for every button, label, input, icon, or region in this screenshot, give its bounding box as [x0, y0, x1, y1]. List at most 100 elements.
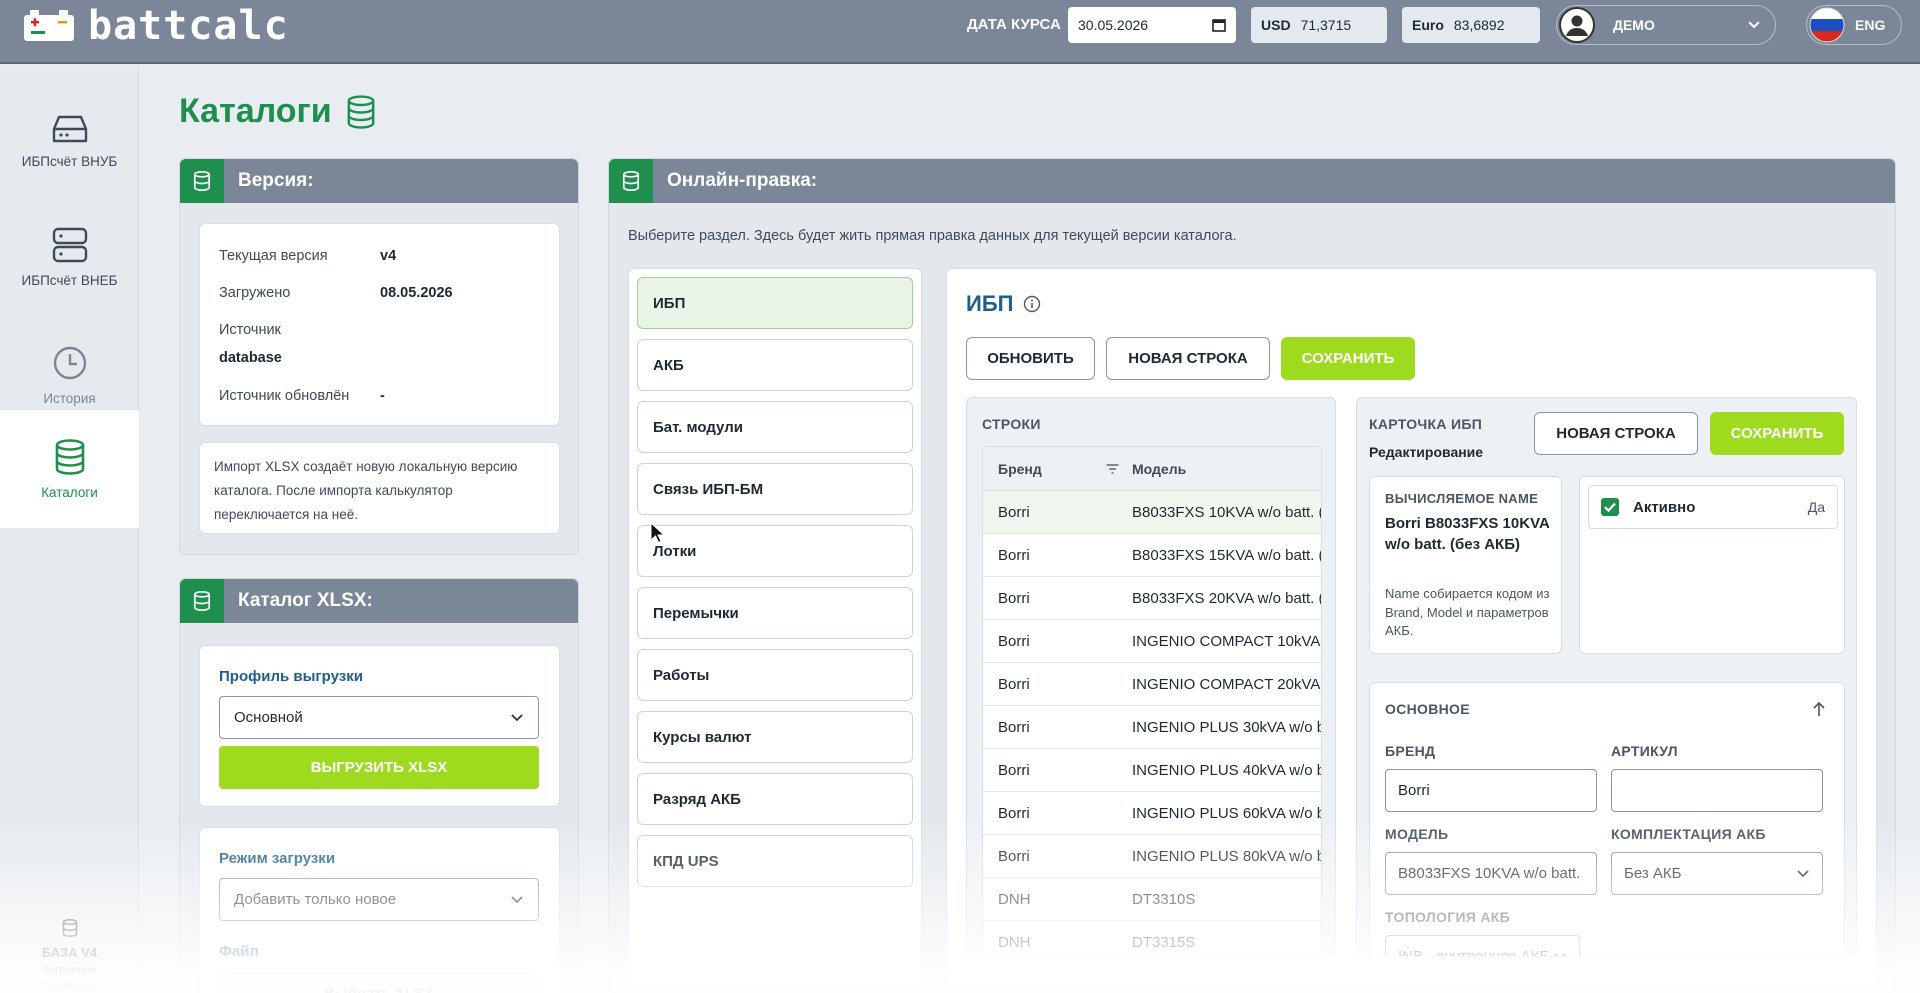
brand-input[interactable]: Borri [1385, 769, 1597, 812]
save-button[interactable]: СОХРАНИТЬ [1281, 337, 1415, 380]
cell-model: DT3315S [1132, 933, 1196, 951]
export-profile-value: Основной [234, 709, 303, 726]
import-note: Импорт XLSX создаёт новую локальную верс… [199, 442, 560, 534]
page-header: Каталоги [179, 92, 376, 131]
cell-model: INGENIO PLUS 60kVA w/o batt. [1132, 804, 1321, 822]
refresh-button[interactable]: ОБНОВИТЬ [966, 337, 1095, 380]
catalog-xlsx-panel-header: Каталог XLSX: [180, 579, 578, 623]
export-profile-select[interactable]: Основной [219, 696, 539, 739]
table-row[interactable]: DNH DT3315S [983, 921, 1321, 956]
version-panel-title: Версия: [238, 170, 314, 191]
topology-label: ТОПОЛОГИЯ АКБ [1385, 909, 1510, 925]
table-row[interactable]: Borri B8033FXS 15KVA w/o batt. (без АКБ) [983, 534, 1321, 577]
chevron-down-icon [1748, 21, 1760, 29]
card-subtitle: Редактирование [1369, 444, 1484, 460]
battery-config-value: Без АКБ [1624, 865, 1682, 882]
clock-icon [53, 346, 86, 379]
sidebar-item-label: ИБПсчёт ВНУБ [21, 153, 118, 169]
rows-table: Бренд Модель Borri B8033FXS 10KVA w/o bat… [982, 446, 1322, 956]
sidebar: ИБПсчёт ВНУБ ИБПсчёт ВНЕБ История Катало… [0, 66, 139, 993]
server-icon [52, 227, 87, 262]
topology-value: INB - внутренняя АКБ [1398, 948, 1550, 957]
chevron-down-icon [1797, 869, 1809, 877]
catalog-xlsx-panel-title: Каталог XLSX: [238, 590, 373, 611]
computed-name-box: ВЫЧИСЛЯЕМОЕ NAME Borri B8033FXS 10KVA w/… [1369, 476, 1562, 654]
online-edit-hint: Выберите раздел. Здесь будет жить прямая… [628, 228, 1237, 244]
table-row[interactable]: Borri INGENIO PLUS 40kVA w/o batt. [983, 749, 1321, 792]
card-new-row-button[interactable]: НОВАЯ СТРОКА [1534, 412, 1698, 455]
table-row[interactable]: Borri B8033FXS 10KVA w/o batt. (без АКБ) [983, 491, 1321, 534]
language-switch[interactable]: ENG [1806, 5, 1902, 45]
section-item-battery[interactable]: АКБ [637, 339, 913, 391]
online-edit-panel-header: Онлайн-правка: [609, 159, 1895, 203]
cell-brand: Borri [998, 761, 1030, 779]
cell-brand: Borri [998, 546, 1030, 564]
chevron-down-icon [1554, 952, 1566, 956]
section-item-currency-rates[interactable]: Курсы валют [637, 711, 913, 763]
cell-model: INGENIO PLUS 80kVA w/o batt. [1132, 847, 1321, 865]
cell-model: INGENIO COMPACT 20kVA [1132, 675, 1321, 693]
section-item-battery-modules[interactable]: Бат. модули [637, 401, 913, 453]
import-mode-select[interactable]: Добавить только новое [219, 878, 539, 921]
sidebar-item-catalogs[interactable]: Каталоги [0, 410, 139, 528]
table-row[interactable]: Borri INGENIO COMPACT 10kVA [983, 620, 1321, 663]
article-label: АРТИКУЛ [1611, 743, 1678, 759]
sidebar-item-ups-external[interactable]: ИБПсчёт ВНЕБ [0, 200, 139, 314]
current-version-label: Текущая версия [219, 248, 328, 264]
choose-xlsx-button[interactable]: Выбрать XLSX [219, 972, 539, 993]
section-item-works[interactable]: Работы [637, 649, 913, 701]
cell-model: INGENIO COMPACT 10kVA [1132, 632, 1321, 650]
section-item-ups-efficiency[interactable]: КПД UPS [637, 835, 913, 887]
article-input[interactable] [1611, 769, 1823, 812]
usd-label: USD [1261, 17, 1291, 33]
new-row-button[interactable]: НОВАЯ СТРОКА [1106, 337, 1270, 380]
cell-model: B8033FXS 10KVA w/o batt. (без АКБ) [1132, 503, 1321, 521]
table-row[interactable]: Borri INGENIO PLUS 60kVA w/o batt. [983, 792, 1321, 835]
table-row[interactable]: DNH DT3310S [983, 878, 1321, 921]
section-item-trays[interactable]: Лотки [637, 525, 913, 577]
cell-brand: DNH [998, 933, 1031, 951]
rate-date-input[interactable]: 30.05.2026 [1068, 7, 1236, 43]
computed-name-label: ВЫЧИСЛЯЕМОЕ NAME [1385, 491, 1539, 506]
card-save-button[interactable]: СОХРАНИТЬ [1710, 412, 1844, 455]
col-model-header: Модель [1132, 460, 1187, 477]
db-version-badge: БАЗА V4 Загружено 08.05.2026 [0, 902, 139, 992]
current-version-value: v4 [380, 248, 397, 264]
user-menu[interactable]: ДЕМО [1556, 5, 1776, 45]
online-edit-panel: Онлайн-правка: Выберите раздел. Здесь бу… [608, 158, 1896, 993]
page-title: Каталоги [179, 92, 332, 130]
loaded-value: 08.05.2026 [380, 285, 453, 301]
table-row[interactable]: Borri INGENIO PLUS 80kVA w/o batt. [983, 835, 1321, 878]
ups-editor-title: ИБП [966, 291, 1014, 316]
active-box: Активно Да [1579, 476, 1845, 654]
section-item-battery-discharge[interactable]: Разряд АКБ [637, 773, 913, 825]
ups-card: КАРТОЧКА ИБП Редактирование НОВАЯ СТРОКА… [1356, 397, 1857, 957]
arrow-up-icon[interactable] [1812, 701, 1826, 717]
filter-icon[interactable] [1093, 463, 1132, 475]
main-section-title: ОСНОВНОЕ [1385, 701, 1470, 717]
rate-date-value: 30.05.2026 [1078, 17, 1149, 33]
active-toggle[interactable]: Активно Да [1588, 485, 1838, 529]
file-label: Файл [219, 943, 259, 960]
export-xlsx-button[interactable]: ВЫГРУЗИТЬ XLSX [219, 746, 539, 789]
topology-select[interactable]: INB - внутренняя АКБ [1385, 935, 1580, 957]
section-item-jumpers[interactable]: Перемычки [637, 587, 913, 639]
checkbox-checked-icon[interactable] [1601, 498, 1619, 516]
rate-date-label: ДАТА КУРСА [967, 16, 1061, 33]
cell-model: B8033FXS 15KVA w/o batt. (без АКБ) [1132, 546, 1321, 564]
battery-config-select[interactable]: Без АКБ [1611, 852, 1823, 895]
section-item-ups-bm-link[interactable]: Связь ИБП-БМ [637, 463, 913, 515]
mouse-cursor-icon [650, 522, 664, 544]
app-logo[interactable]: battcalc [22, 3, 289, 49]
section-item-ups[interactable]: ИБП [637, 277, 913, 329]
table-row[interactable]: Borri INGENIO COMPACT 20kVA [983, 663, 1321, 706]
info-icon[interactable] [1023, 295, 1041, 313]
card-title: КАРТОЧКА ИБП [1369, 416, 1483, 432]
table-row[interactable]: Borri B8033FXS 20KVA w/o batt. (без АКБ) [983, 577, 1321, 620]
sidebar-item-ups-internal[interactable]: ИБПсчёт ВНУБ [0, 84, 139, 198]
cell-brand: Borri [998, 675, 1030, 693]
cell-brand: Borri [998, 804, 1030, 822]
table-row[interactable]: Borri INGENIO PLUS 30kVA w/o batt. [983, 706, 1321, 749]
model-input[interactable]: B8033FXS 10KVA w/o batt. [1385, 852, 1597, 895]
database-icon [180, 579, 224, 623]
